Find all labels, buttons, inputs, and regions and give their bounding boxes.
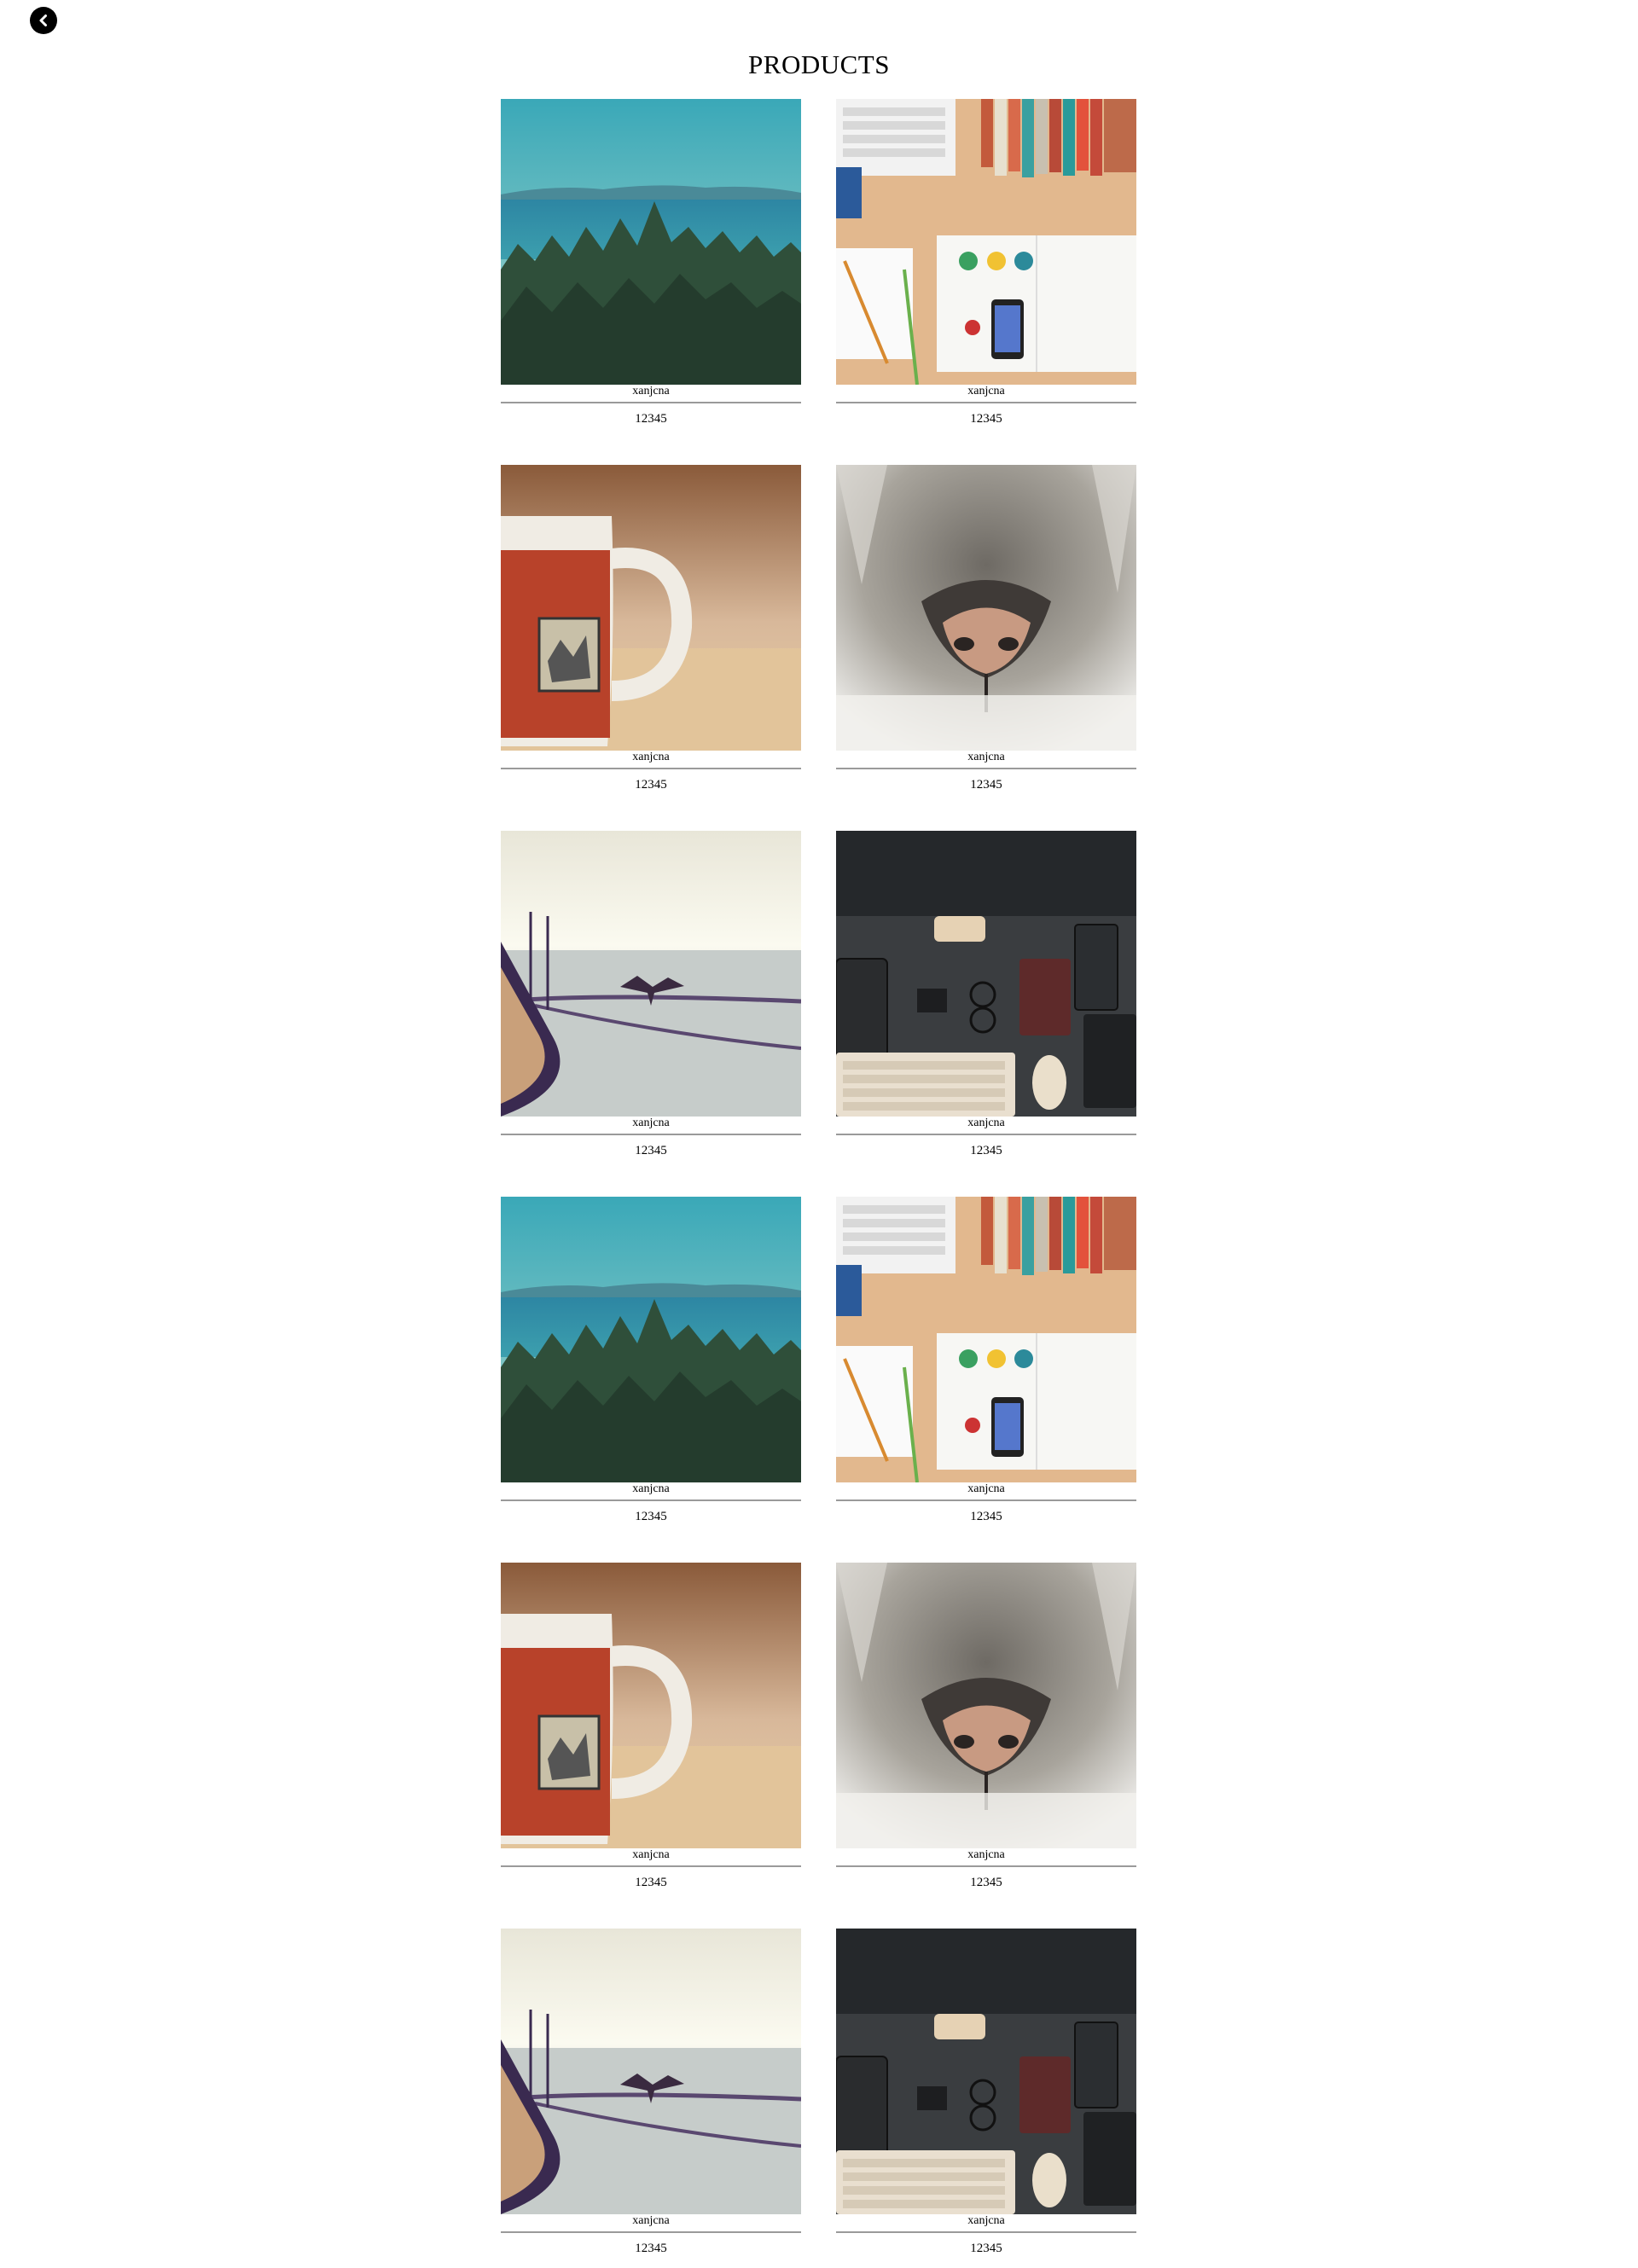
divider: [501, 2231, 801, 2233]
chevron-left-icon: [39, 15, 47, 26]
product-name: xanjcna: [967, 751, 1005, 763]
product-card[interactable]: xanjcna 12345: [836, 1563, 1136, 1895]
product-price: 12345: [970, 778, 1002, 792]
product-card[interactable]: xanjcna 12345: [501, 1563, 801, 1895]
product-price: 12345: [635, 1510, 667, 1523]
product-image: [836, 831, 1136, 1117]
product-card[interactable]: xanjcna 12345: [836, 1197, 1136, 1529]
product-image: [836, 1929, 1136, 2214]
product-card[interactable]: xanjcna 12345: [501, 1197, 801, 1529]
product-card[interactable]: xanjcna 12345: [501, 1929, 801, 2261]
divider: [501, 1499, 801, 1501]
product-price: 12345: [635, 1876, 667, 1889]
product-image: [836, 1563, 1136, 1848]
product-price: 12345: [635, 2242, 667, 2255]
divider: [501, 1865, 801, 1867]
product-image: [501, 1929, 801, 2214]
product-price: 12345: [970, 412, 1002, 426]
divider: [836, 768, 1136, 769]
product-card[interactable]: xanjcna 12345: [836, 1929, 1136, 2261]
product-price: 12345: [970, 1510, 1002, 1523]
product-price: 12345: [635, 1144, 667, 1157]
product-name: xanjcna: [632, 1848, 670, 1861]
divider: [836, 1134, 1136, 1135]
product-image: [836, 99, 1136, 385]
divider: [836, 1865, 1136, 1867]
product-price: 12345: [635, 778, 667, 792]
product-name: xanjcna: [967, 1482, 1005, 1495]
divider: [501, 768, 801, 769]
product-name: xanjcna: [632, 385, 670, 397]
product-price: 12345: [970, 1144, 1002, 1157]
product-name: xanjcna: [632, 1482, 670, 1495]
product-name: xanjcna: [632, 1117, 670, 1129]
product-price: 12345: [970, 2242, 1002, 2255]
product-name: xanjcna: [967, 1848, 1005, 1861]
product-image: [501, 465, 801, 751]
product-name: xanjcna: [632, 751, 670, 763]
product-name: xanjcna: [967, 2214, 1005, 2227]
product-image: [836, 1197, 1136, 1482]
product-name: xanjcna: [967, 1117, 1005, 1129]
product-price: 12345: [635, 412, 667, 426]
product-grid: xanjcna 12345 xanjcna 12345 xanjcna 1234…: [501, 99, 1136, 2261]
product-image: [836, 465, 1136, 751]
divider: [501, 402, 801, 403]
product-card[interactable]: xanjcna 12345: [501, 465, 801, 798]
product-image: [501, 831, 801, 1117]
divider: [836, 402, 1136, 403]
product-card[interactable]: xanjcna 12345: [501, 831, 801, 1163]
product-card[interactable]: xanjcna 12345: [836, 465, 1136, 798]
product-card[interactable]: xanjcna 12345: [501, 99, 801, 432]
product-image: [501, 1197, 801, 1482]
product-image: [501, 1563, 801, 1848]
divider: [501, 1134, 801, 1135]
product-name: xanjcna: [632, 2214, 670, 2227]
product-price: 12345: [970, 1876, 1002, 1889]
back-button[interactable]: [30, 7, 57, 34]
product-card[interactable]: xanjcna 12345: [836, 99, 1136, 432]
product-image: [501, 99, 801, 385]
page-title: PRODUCTS: [748, 49, 890, 79]
product-card[interactable]: xanjcna 12345: [836, 831, 1136, 1163]
divider: [836, 2231, 1136, 2233]
product-name: xanjcna: [967, 385, 1005, 397]
divider: [836, 1499, 1136, 1501]
